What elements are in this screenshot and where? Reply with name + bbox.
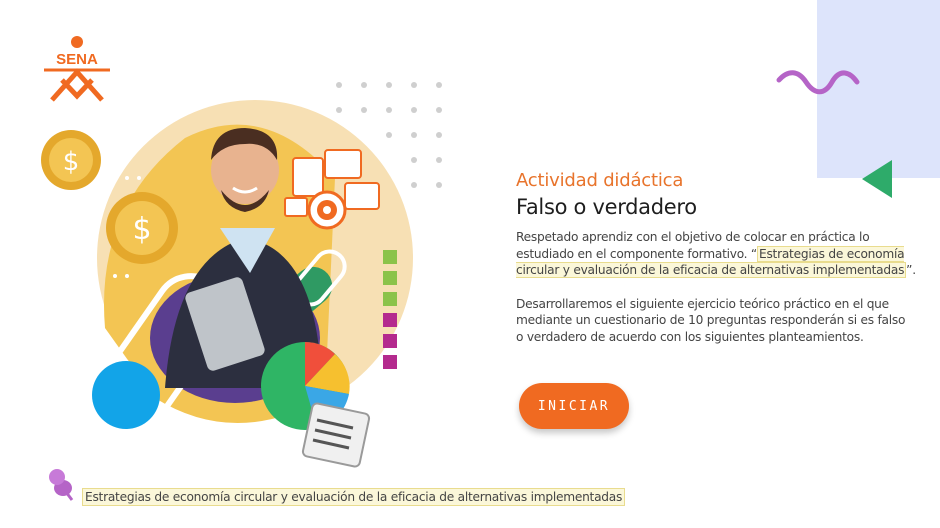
svg-text:SENA: SENA	[56, 51, 98, 68]
squiggle-decoration	[776, 70, 860, 95]
coin-icon: $	[106, 192, 178, 264]
pushpin-icon	[49, 469, 74, 501]
description-paragraph: Desarrollaremos el siguiente ejercicio t…	[516, 296, 906, 344]
svg-text:$: $	[132, 212, 151, 247]
sena-logo: SENA	[44, 36, 110, 102]
intro-paragraph: Respetado aprendiz con el objetivo de co…	[516, 229, 916, 279]
intro-text-end: ”.	[906, 263, 916, 277]
svg-text:$: $	[63, 147, 80, 177]
footer-topic: Estrategias de economía circular y evalu…	[82, 488, 626, 506]
activity-kicker: Actividad didáctica	[516, 170, 684, 191]
coin-icon: $	[41, 130, 101, 190]
start-button[interactable]: INICIAR	[519, 383, 629, 429]
hero-illustration: $ $	[41, 100, 413, 468]
activity-title: Falso o verdadero	[516, 195, 697, 219]
activity-info: Actividad didáctica Falso o verdadero Re…	[516, 170, 916, 345]
